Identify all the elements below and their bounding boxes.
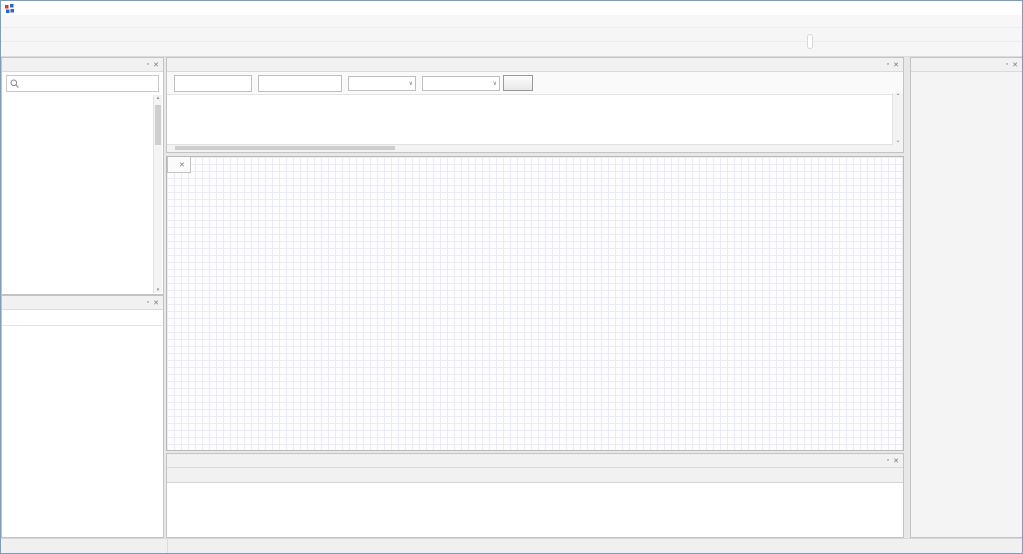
toolbar-standard [1,28,1022,42]
close-icon[interactable]: ✕ [153,61,159,69]
app-window: ▫ ✕ ▴▾ ▫ ✕ ▫ ✕ [0,0,1023,554]
diagram-svg [167,157,904,451]
log-panel: ▫ ✕ [166,453,904,538]
float-window-icon[interactable]: ▫ [887,457,889,464]
log-panel-titlebar: ▫ ✕ [167,454,903,468]
log-content [167,483,903,489]
float-window-icon[interactable]: ▫ [147,299,149,306]
splitter-left[interactable] [164,57,166,538]
variables-filter-bar: ∨ ∨ [167,72,903,95]
ime-bar [807,34,813,49]
variables-table [167,93,893,145]
variables-panel-titlebar: ▫ ✕ [167,58,903,72]
splitter-right[interactable] [904,57,910,538]
float-window-icon[interactable]: ▫ [147,61,149,68]
splitter-var[interactable] [166,153,904,156]
close-icon[interactable]: ✕ [893,457,899,465]
project-panel-titlebar: ▫ ✕ [2,58,163,72]
search-box[interactable] [6,75,159,92]
status-bar [1,538,1022,554]
library-panel: ▫ ✕ [910,57,1023,538]
variables-hscrollbar[interactable] [167,144,893,152]
variables-panel: ▫ ✕ ∨ ∨ ⌃⌄ [166,57,904,153]
project-tree-scrollbar[interactable]: ▴▾ [153,95,162,293]
canvas-tab[interactable]: ✕ [167,157,191,173]
properties-toolbar [2,310,163,326]
splitter-log[interactable] [166,451,904,453]
float-window-icon[interactable]: ▫ [887,61,889,68]
title-bar [1,1,1022,15]
target-select[interactable]: ∨ [422,76,500,91]
library-panel-titlebar: ▫ ✕ [911,58,1022,72]
float-window-icon[interactable]: ▫ [1006,61,1008,68]
toolbar-draw-sim [1,42,1022,57]
search-icon [10,79,19,88]
menu-bar [1,15,1022,28]
variable-name-input[interactable] [174,75,252,92]
diagram-canvas[interactable]: ✕ [166,156,904,451]
variables-vscrollbar[interactable]: ⌃⌄ [892,93,903,152]
close-icon[interactable]: ✕ [893,61,899,69]
close-icon[interactable]: ✕ [179,161,185,169]
app-logo-icon [5,4,14,13]
close-icon[interactable]: ✕ [153,299,159,307]
close-icon[interactable]: ✕ [1012,61,1018,69]
properties-panel: ▫ ✕ [1,295,164,538]
log-tabs [167,468,903,483]
condition-select[interactable]: ∨ [348,76,416,91]
search-input[interactable] [22,78,155,89]
project-panel: ▫ ✕ ▴▾ [1,57,164,295]
properties-panel-titlebar: ▫ ✕ [2,296,163,310]
variable-value-input[interactable] [258,75,342,92]
confirm-button[interactable] [503,75,533,91]
project-tree [3,95,154,293]
